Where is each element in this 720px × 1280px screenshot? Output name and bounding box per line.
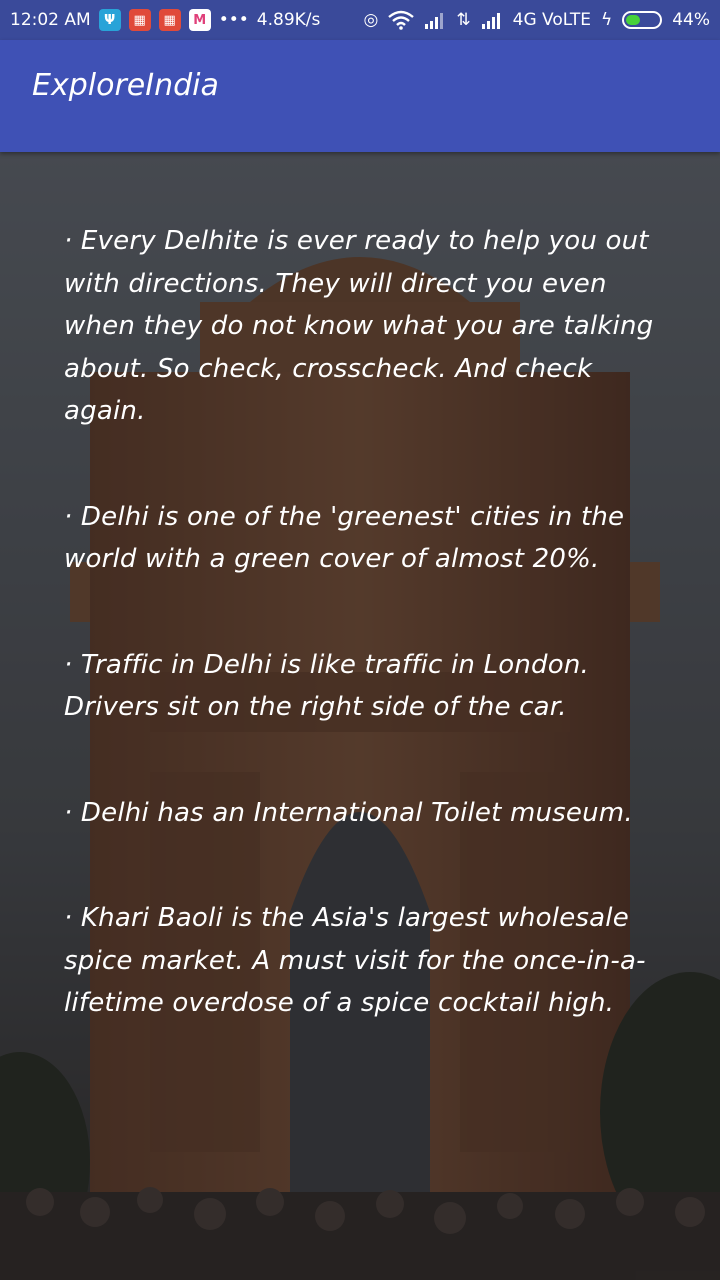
fact-item: · Every Delhite is ever ready to help yo… (64, 226, 662, 426)
more-icon: ••• (218, 10, 249, 30)
battery-percent: 44% (672, 10, 710, 30)
status-bar: 12:02 AM Ψ ▦ ▦ M ••• 4.89K/s ◎ ⇅ 4G VoLT… (0, 0, 720, 40)
signal-icon (425, 13, 444, 29)
fact-item: · Traffic in Delhi is like traffic in Lo… (64, 649, 606, 723)
app-bar: ExploreIndia (0, 40, 720, 152)
facts-list: · Every Delhite is ever ready to help yo… (64, 220, 664, 1025)
myntra-icon: M (188, 9, 211, 31)
calendar-icon: ▦ (128, 9, 151, 31)
calendar-icon: ▦ (158, 9, 181, 31)
status-bar-right: ◎ ⇅ 4G VoLTE ϟ 44% (364, 10, 710, 30)
usb-icon: Ψ (98, 9, 121, 31)
charging-icon: ϟ (600, 10, 613, 30)
screen: 12:02 AM Ψ ▦ ▦ M ••• 4.89K/s ◎ ⇅ 4G VoLT… (0, 0, 720, 1280)
hotspot-icon: ◎ (363, 10, 379, 30)
status-bar-left: 12:02 AM Ψ ▦ ▦ M ••• 4.89K/s (10, 9, 320, 31)
fact-item: · Delhi is one of the 'greenest' cities … (64, 501, 633, 575)
battery-level (626, 15, 641, 25)
data-icon: ⇅ (456, 10, 471, 30)
signal-icon (481, 13, 500, 29)
fact-item: · Khari Baoli is the Asia's largest whol… (64, 903, 646, 1018)
app-title: ExploreIndia (32, 67, 219, 103)
net-speed: 4.89K/s (256, 10, 321, 30)
network-type: 4G VoLTE (512, 10, 591, 30)
status-time: 12:02 AM (10, 10, 91, 30)
battery-icon (622, 11, 663, 29)
fact-item: · Delhi has an International Toilet muse… (64, 797, 633, 828)
wifi-icon (388, 10, 415, 30)
